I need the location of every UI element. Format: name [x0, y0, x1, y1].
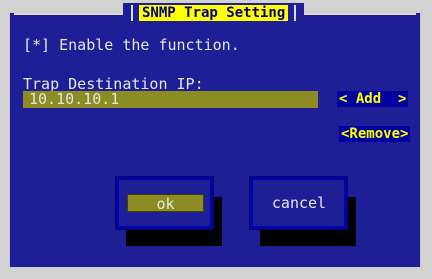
enable-checkbox[interactable]: [*] Enable the function.	[23, 36, 240, 54]
dialog-title-cap: SNMP Trap Setting	[123, 3, 305, 23]
remove-button[interactable]: <Remove>	[339, 126, 411, 142]
ok-button[interactable]: ok	[115, 176, 214, 230]
title-left-bar	[131, 5, 133, 21]
trap-destination-ip-input[interactable]: 10.10.10.1	[23, 91, 318, 108]
cancel-button-label: cancel	[271, 194, 327, 212]
title-right-bar	[294, 5, 297, 21]
dialog-title: SNMP Trap Setting	[139, 5, 289, 21]
ok-button-label: ok	[127, 194, 204, 213]
add-button[interactable]: < Add >	[337, 91, 409, 107]
cancel-button[interactable]: cancel	[249, 176, 348, 230]
